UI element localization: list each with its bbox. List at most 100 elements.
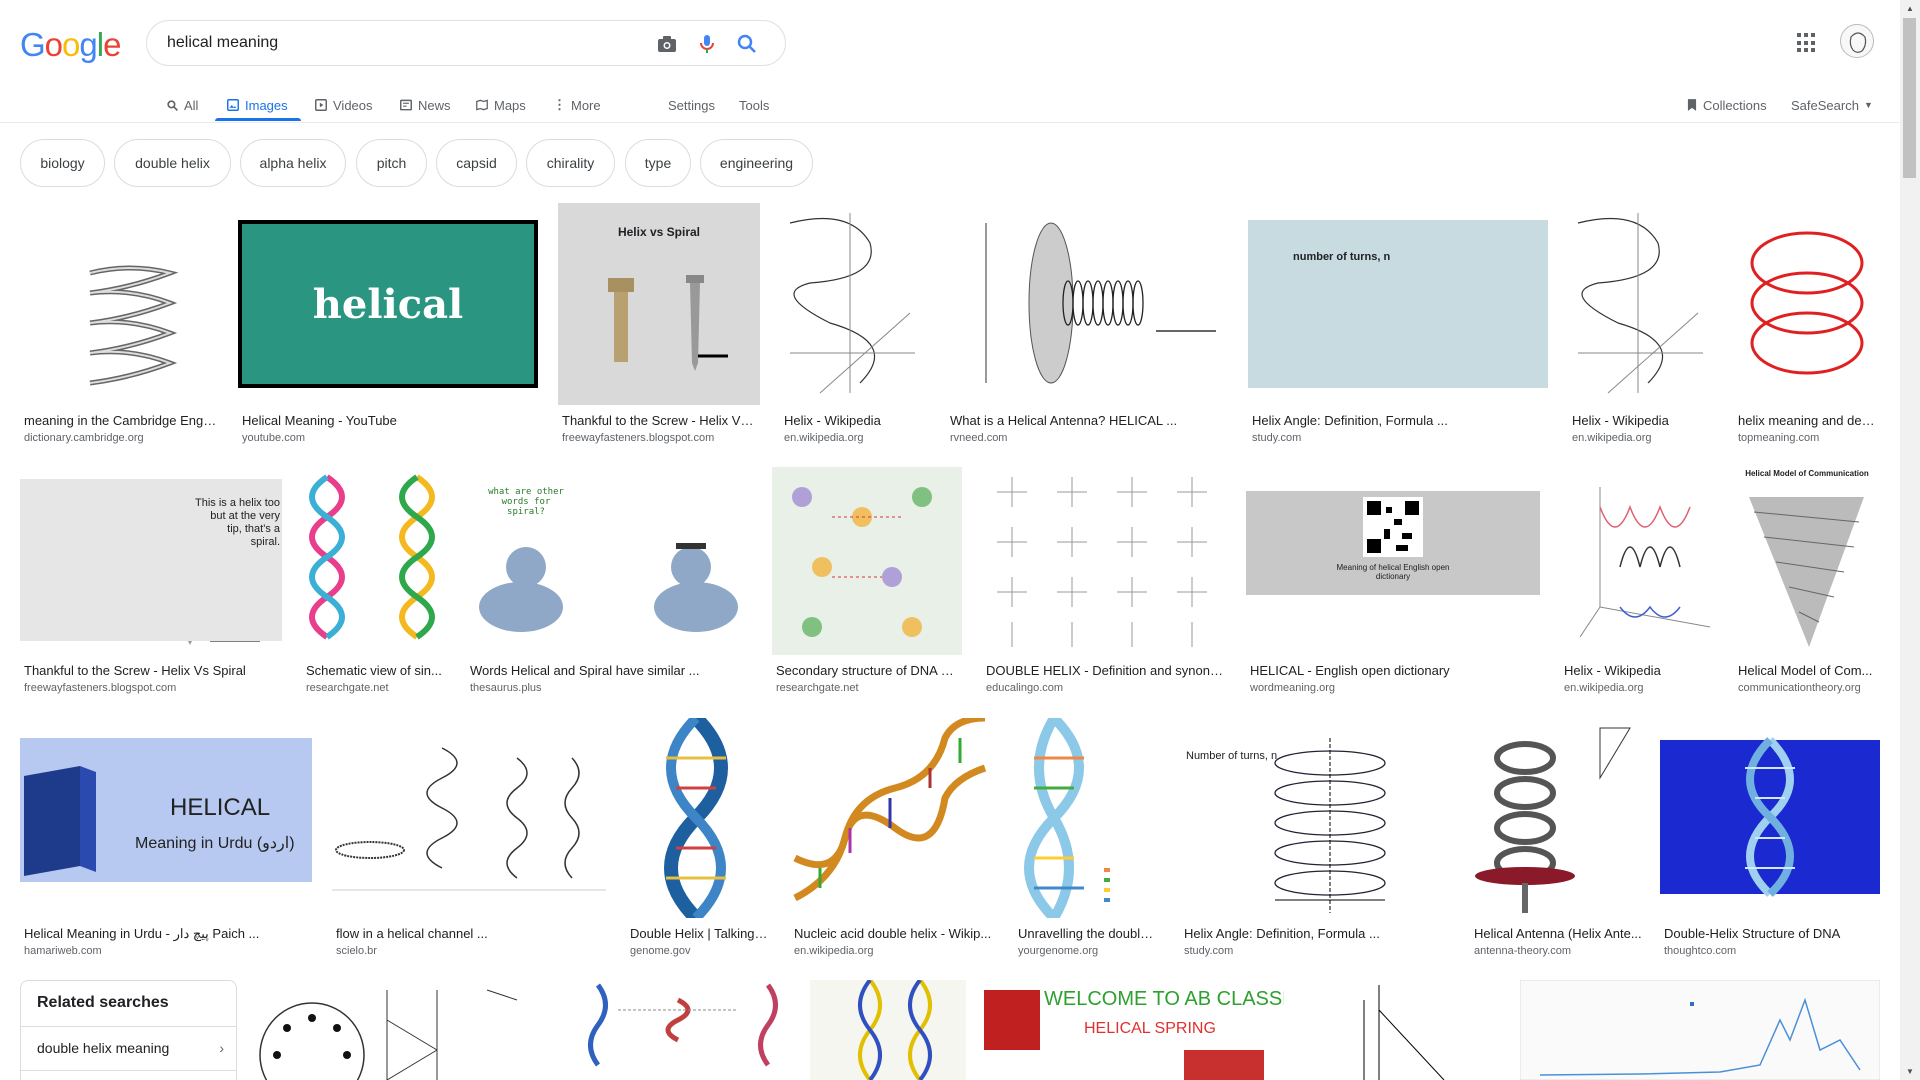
image-result[interactable] <box>1520 980 1880 1080</box>
image-result[interactable]: Double Helix | Talking ... genome.gov <box>626 718 770 962</box>
image-result[interactable] <box>578 980 788 1080</box>
image-result[interactable]: Helix vs Spiral Thankful to the Screw - … <box>558 203 760 444</box>
result-source: scielo.br <box>336 945 377 957</box>
result-title: Schematic view of sin... <box>306 663 442 678</box>
chip-chirality[interactable]: chirality <box>526 139 615 187</box>
related-searches-panel: Related searches double helix meaning › <box>20 980 237 1080</box>
google-logo[interactable]: Google <box>20 26 121 64</box>
chip-alpha-helix[interactable]: alpha helix <box>240 139 346 187</box>
image-result[interactable]: DOUBLE HELIX - Definition and synony... … <box>982 467 1226 697</box>
result-title: Words Helical and Spiral have similar ..… <box>470 663 700 678</box>
scroll-down-arrow-icon[interactable]: ▼ <box>1900 1063 1920 1080</box>
image-result[interactable]: WELCOME TO AB CLASSES HELICAL SPRING <box>984 980 1284 1080</box>
result-thumbnail <box>332 718 606 918</box>
tab-label: News <box>418 97 451 113</box>
safesearch-dropdown[interactable]: SafeSearch ▼ <box>1791 90 1873 120</box>
chip-capsid[interactable]: capsid <box>436 139 517 187</box>
image-result[interactable]: Helical Model of Communication Helical M… <box>1734 467 1880 697</box>
search-icon[interactable] <box>735 32 759 56</box>
image-result[interactable]: Helical Antenna (Helix Ante... antenna-t… <box>1470 718 1650 962</box>
helix-plot-image <box>1577 213 1703 394</box>
collections-label: Collections <box>1703 97 1767 113</box>
result-thumbnail <box>1470 718 1650 918</box>
thumbnail-text: HELICAL <box>170 794 271 821</box>
chip-double-helix[interactable]: double helix <box>114 139 231 187</box>
result-source: topmeaning.com <box>1738 432 1820 444</box>
account-avatar[interactable] <box>1840 24 1874 58</box>
tab-label: Images <box>245 97 288 113</box>
camera-icon[interactable] <box>655 32 679 56</box>
tools-link[interactable]: Tools <box>739 90 769 120</box>
cone-image <box>1749 497 1864 647</box>
image-result[interactable]: Double-Helix Structure of DNA thoughtco.… <box>1660 718 1880 962</box>
antenna-diagram-image <box>1475 727 1631 913</box>
dna-helix-image <box>793 718 987 902</box>
image-result[interactable]: flow in a helical channel ... scielo.br <box>332 718 606 962</box>
chip-pitch[interactable]: pitch <box>356 139 427 187</box>
tab-news[interactable]: News <box>399 90 451 120</box>
tab-videos[interactable]: Videos <box>314 90 373 120</box>
result-thumbnail <box>1660 718 1880 918</box>
google-apps-icon[interactable] <box>1797 33 1817 53</box>
logo-letter: G <box>20 26 46 63</box>
result-title: Helical Antenna (Helix Ante... <box>1474 926 1642 941</box>
image-result[interactable]: number of turns, n Helix Angle: Definiti… <box>1248 203 1548 444</box>
collections-link[interactable]: Collections <box>1686 90 1767 120</box>
search-input[interactable] <box>167 32 617 54</box>
thumbnail-text: what are other words for spiral? <box>488 487 564 517</box>
image-result[interactable]: meaning in the Cambridge Engli... dictio… <box>20 203 218 444</box>
result-source: en.wikipedia.org <box>1572 432 1652 444</box>
chip-type[interactable]: type <box>625 139 691 187</box>
tab-label: More <box>571 97 601 113</box>
image-result[interactable]: This is a helix too but at the very tip,… <box>20 467 282 697</box>
image-result[interactable]: helical Helical Meaning - YouTube youtub… <box>238 203 538 444</box>
settings-link[interactable]: Settings <box>668 90 715 120</box>
result-thumbnail <box>1520 980 1880 1080</box>
result-title: Unravelling the double... <box>1018 926 1158 941</box>
image-result[interactable]: what are other words for spiral? Words H… <box>466 467 752 697</box>
microphone-icon[interactable] <box>695 32 719 56</box>
result-title: HELICAL - English open dictionary <box>1250 663 1450 678</box>
scrollbar-thumb[interactable] <box>1903 18 1916 178</box>
image-result[interactable]: Helix - Wikipedia en.wikipedia.org <box>1560 467 1714 697</box>
image-result[interactable]: HELICAL Meaning in Urdu (اردو) Helical M… <box>20 718 312 962</box>
result-title: Helical Model of Com... <box>1738 663 1873 678</box>
tab-maps[interactable]: Maps <box>475 90 526 120</box>
image-result[interactable] <box>257 980 557 1080</box>
related-search-item[interactable] <box>21 1070 236 1080</box>
image-result[interactable] <box>810 980 966 1080</box>
scroll-up-arrow-icon[interactable]: ▲ <box>1900 0 1920 17</box>
tab-more[interactable]: ⋮ More <box>553 90 601 120</box>
chip-engineering[interactable]: engineering <box>700 139 813 187</box>
tab-images[interactable]: Images <box>226 90 288 120</box>
search-box[interactable] <box>146 20 786 66</box>
chip-biology[interactable]: biology <box>20 139 105 187</box>
result-source: dictionary.cambridge.org <box>24 432 144 444</box>
image-result[interactable]: Meaning of helical English open dictiona… <box>1246 467 1540 697</box>
image-result[interactable] <box>1304 980 1466 1080</box>
page-scrollbar[interactable]: ▲ ▼ <box>1900 0 1920 1080</box>
related-search-item[interactable]: double helix meaning › <box>21 1026 236 1070</box>
logo-letter: o <box>44 26 63 63</box>
image-result[interactable]: helix meaning and defi... topmeaning.com <box>1734 203 1880 444</box>
chirality-helix-image <box>858 980 932 1080</box>
tab-all[interactable]: All <box>166 90 198 120</box>
image-result[interactable]: Nucleic acid double helix - Wikip... en.… <box>790 718 994 962</box>
image-result[interactable]: Number of turns, n Helix Angle: Definiti… <box>1180 718 1450 962</box>
image-result[interactable]: Unravelling the double... yourgenome.org <box>1014 718 1160 962</box>
result-source: hamariweb.com <box>24 945 102 957</box>
result-thumbnail <box>1014 718 1160 918</box>
image-result[interactable]: What is a Helical Antenna? HELICAL ... r… <box>946 203 1228 444</box>
image-result[interactable]: Secondary structure of DNA D... research… <box>772 467 962 697</box>
image-result[interactable]: Helix - Wikipedia en.wikipedia.org <box>1568 203 1714 444</box>
result-source: en.wikipedia.org <box>784 432 864 444</box>
result-source: youtube.com <box>242 432 305 444</box>
thumbnail-text: Meaning of helical English open dictiona… <box>1336 563 1450 581</box>
helix-angle-image <box>1274 738 1386 913</box>
image-result[interactable]: Schematic view of sin... researchgate.ne… <box>302 467 446 697</box>
colored-helix-image <box>309 474 435 640</box>
result-title: Helix - Wikipedia <box>784 413 881 428</box>
image-result[interactable]: Helix - Wikipedia en.wikipedia.org <box>780 203 926 444</box>
safesearch-label: SafeSearch <box>1791 97 1859 113</box>
tab-label: All <box>184 97 199 113</box>
